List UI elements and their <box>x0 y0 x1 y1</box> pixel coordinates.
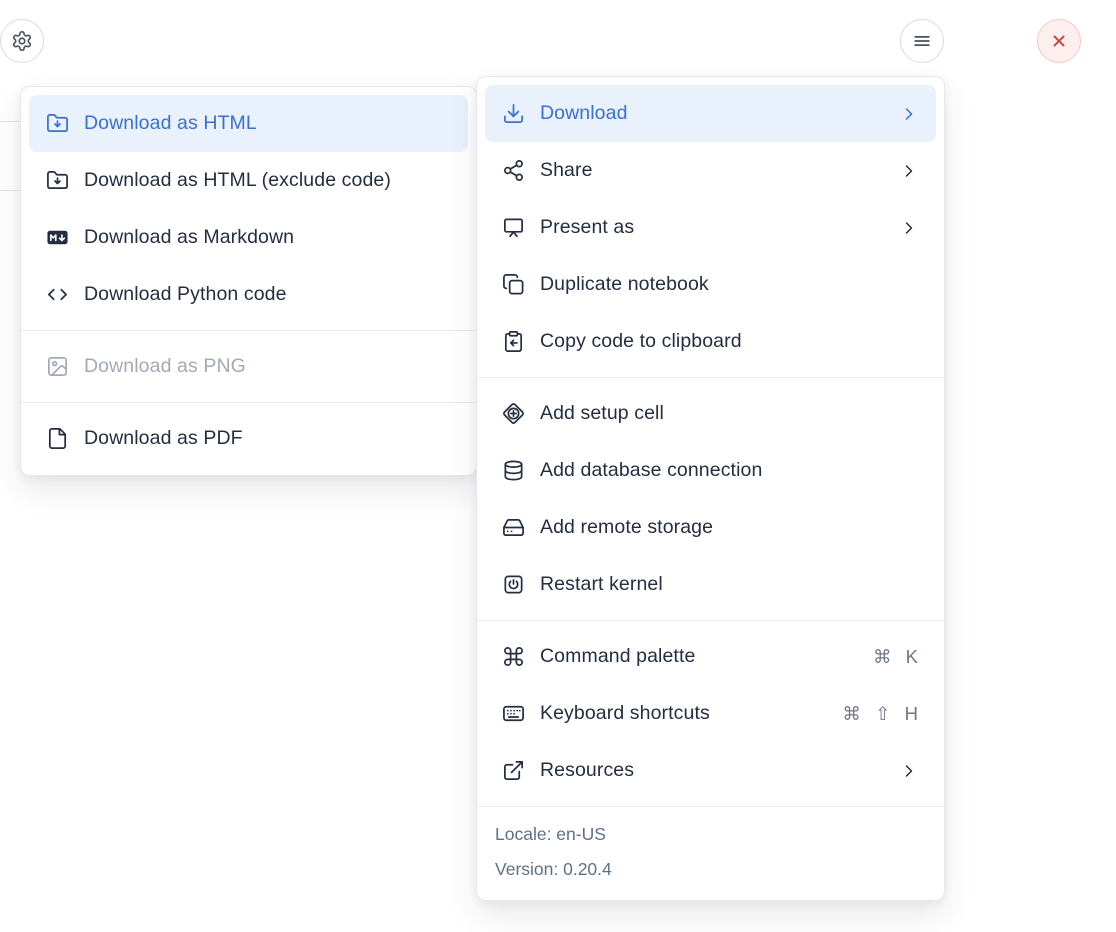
code-icon <box>46 283 69 306</box>
menu-item-label: Download as HTML <box>84 112 451 135</box>
folder-down-icon <box>46 169 69 192</box>
menu-item-label: Download <box>540 102 884 125</box>
hamburger-icon <box>911 30 933 52</box>
menu-item-download[interactable]: Download <box>485 85 936 142</box>
menu-item-label: Download as Markdown <box>84 226 451 249</box>
keyboard-icon <box>502 702 525 725</box>
menu-separator <box>477 377 944 378</box>
chevron-right-icon <box>899 161 919 181</box>
background-rule <box>0 121 19 122</box>
folder-down-icon <box>46 112 69 135</box>
menu-item-label: Download Python code <box>84 283 451 306</box>
chevron-right-icon <box>899 218 919 238</box>
menu-item-resources[interactable]: Resources <box>485 742 936 799</box>
menu-item-label: Resources <box>540 759 884 782</box>
menu-item-label: Restart kernel <box>540 573 919 596</box>
menu-item-command-palette[interactable]: Command palette ⌘ K <box>485 628 936 685</box>
locale-text: Locale: en-US <box>495 817 926 852</box>
power-square-icon <box>502 573 525 596</box>
menu-item-label: Add setup cell <box>540 402 919 425</box>
menu-item-label: Download as HTML (exclude code) <box>84 169 451 192</box>
hard-drive-icon <box>502 516 525 539</box>
menu-item-label: Present as <box>540 216 884 239</box>
menu-item-copy-code-to-clipboard[interactable]: Copy code to clipboard <box>485 313 936 370</box>
menu-item-download-as-png[interactable]: Download as PNG <box>29 338 468 395</box>
menu-item-restart-kernel[interactable]: Restart kernel <box>485 556 936 613</box>
menu-item-download-as-html-exclude-code[interactable]: Download as HTML (exclude code) <box>29 152 468 209</box>
chevron-right-icon <box>899 761 919 781</box>
command-icon <box>502 645 525 668</box>
menu-separator <box>477 620 944 621</box>
image-icon <box>46 355 69 378</box>
shortcut-hint: ⌘ ⇧ H <box>842 703 919 725</box>
background-rule <box>0 190 19 191</box>
database-icon <box>502 459 525 482</box>
close-icon <box>1048 30 1070 52</box>
copy-icon <box>502 273 525 296</box>
menu-item-label: Share <box>540 159 884 182</box>
menu-item-label: Download as PDF <box>84 427 451 450</box>
notebook-main-menu: Download Share Present as Duplicate noteboo… <box>476 76 945 901</box>
menu-item-label: Keyboard shortcuts <box>540 702 827 725</box>
menu-item-label: Command palette <box>540 645 858 668</box>
settings-button[interactable] <box>0 19 44 63</box>
hamburger-menu-button[interactable] <box>900 19 944 63</box>
chevron-right-icon <box>899 104 919 124</box>
menu-item-add-remote-storage[interactable]: Add remote storage <box>485 499 936 556</box>
menu-item-download-as-pdf[interactable]: Download as PDF <box>29 410 468 467</box>
menu-item-add-database-connection[interactable]: Add database connection <box>485 442 936 499</box>
diamond-plus-icon <box>502 402 525 425</box>
menu-item-present-as[interactable]: Present as <box>485 199 936 256</box>
menu-item-download-python-code[interactable]: Download Python code <box>29 266 468 323</box>
presentation-icon <box>502 216 525 239</box>
external-link-icon <box>502 759 525 782</box>
menu-item-share[interactable]: Share <box>485 142 936 199</box>
menu-item-add-setup-cell[interactable]: Add setup cell <box>485 385 936 442</box>
clipboard-arrow-icon <box>502 330 525 353</box>
menu-item-download-as-html[interactable]: Download as HTML <box>29 95 468 152</box>
markdown-download-icon <box>46 226 69 249</box>
share-icon <box>502 159 525 182</box>
menu-separator <box>21 402 476 403</box>
menu-separator <box>21 330 476 331</box>
menu-item-duplicate-notebook[interactable]: Duplicate notebook <box>485 256 936 313</box>
menu-footer: Locale: en-US Version: 0.20.4 <box>477 806 944 900</box>
menu-item-download-as-markdown[interactable]: Download as Markdown <box>29 209 468 266</box>
version-text: Version: 0.20.4 <box>495 852 926 887</box>
menu-item-label: Add remote storage <box>540 516 919 539</box>
menu-item-label: Copy code to clipboard <box>540 330 919 353</box>
download-submenu: Download as HTML Download as HTML (exclud… <box>20 86 477 476</box>
menu-item-label: Add database connection <box>540 459 919 482</box>
menu-item-keyboard-shortcuts[interactable]: Keyboard shortcuts ⌘ ⇧ H <box>485 685 936 742</box>
menu-item-label: Download as PNG <box>84 355 451 378</box>
gear-icon <box>11 30 33 52</box>
menu-item-label: Duplicate notebook <box>540 273 919 296</box>
shortcut-hint: ⌘ K <box>873 646 919 668</box>
close-button[interactable] <box>1037 19 1081 63</box>
file-icon <box>46 427 69 450</box>
download-icon <box>502 102 525 125</box>
